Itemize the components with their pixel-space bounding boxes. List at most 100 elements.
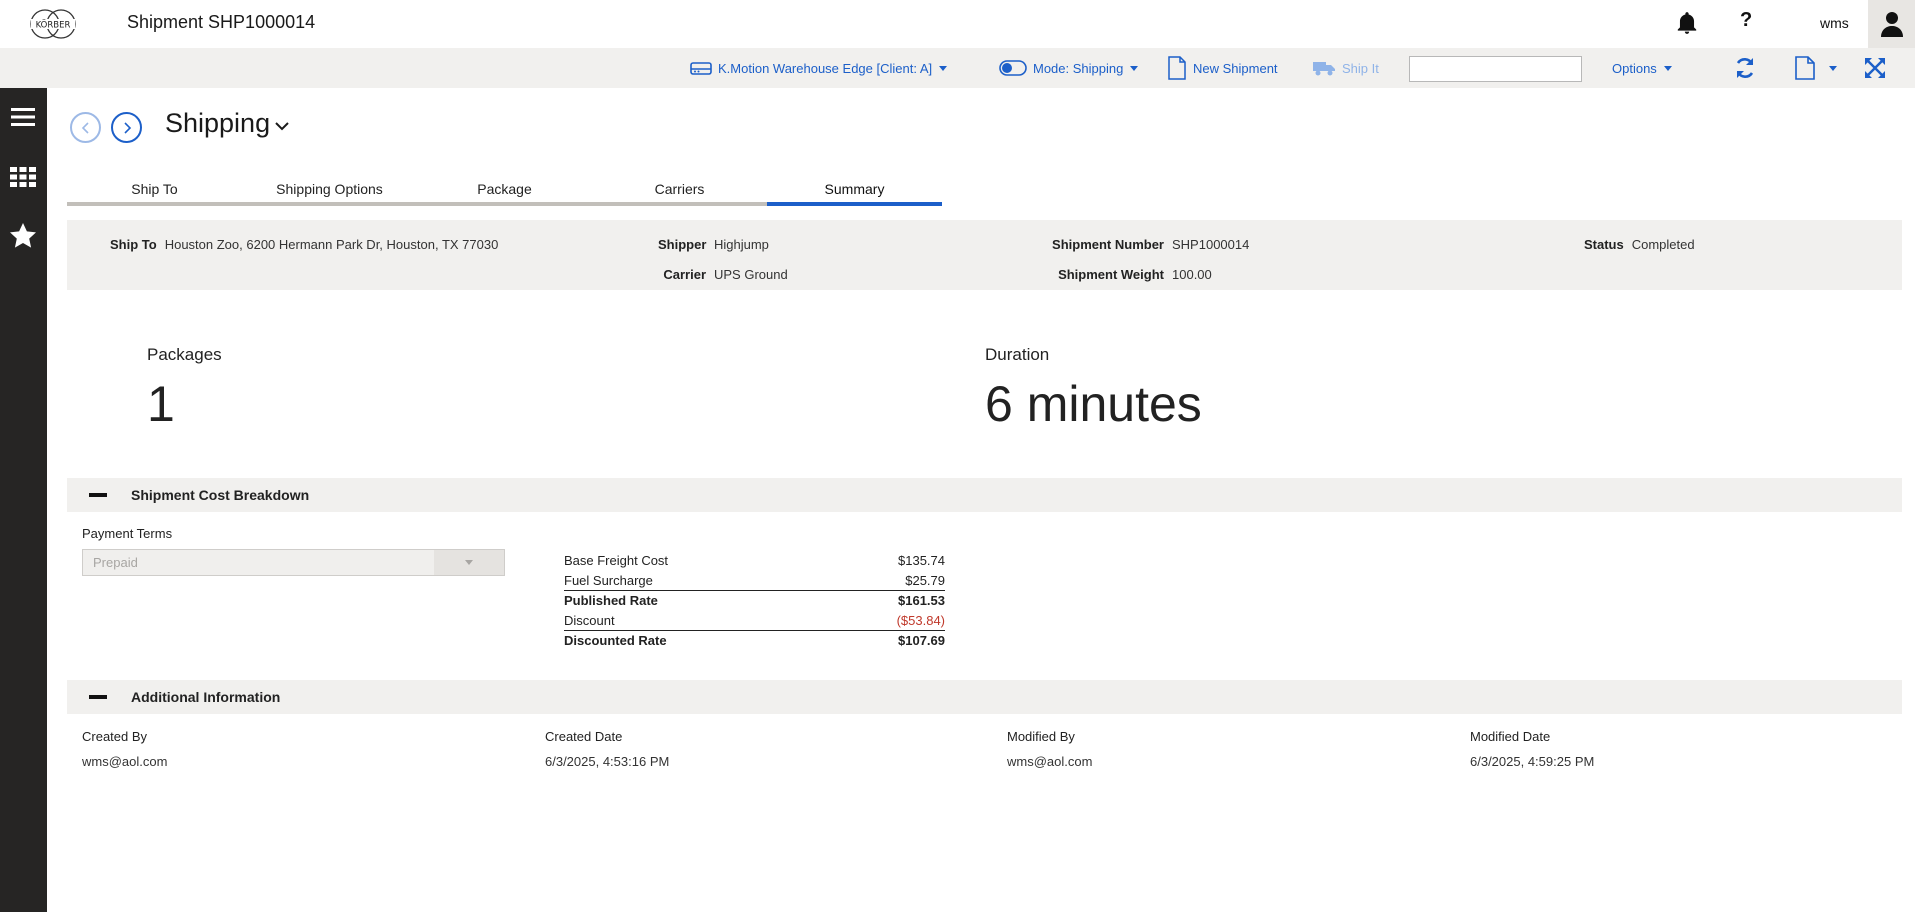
cost-row-label: Published Rate [564,593,658,608]
options-menu[interactable]: Options [1612,48,1672,88]
help-icon[interactable]: ? [1740,9,1752,32]
warehouse-selector[interactable]: K.Motion Warehouse Edge [Client: A] [690,48,948,88]
tab-summary[interactable]: Summary [767,176,942,206]
cost-row-label: Discount [564,612,615,628]
carrier-value: UPS Ground [714,267,788,282]
cost-row: Base Freight Cost $135.74 [564,550,945,570]
ship-to-label: Ship To [110,237,157,252]
payment-terms-label: Payment Terms [82,526,173,541]
fullscreen-button[interactable] [1864,48,1892,88]
page-title[interactable]: Shipping [165,108,290,139]
shipment-number-value: SHP1000014 [1172,237,1250,252]
duration-label: Duration [985,345,1050,364]
file-menu-button[interactable] [1794,48,1837,88]
chevron-left-icon [81,121,89,134]
page-header-title: Shipment SHP1000014 [127,12,316,32]
carrier-label: Carrier [663,267,706,282]
created-date-value: 6/3/2025, 4:53:16 PM [545,754,670,769]
chevron-down-icon [1130,65,1139,71]
modified-date-value: 6/3/2025, 4:59:25 PM [1470,754,1595,769]
shipment-weight-value: 100.00 [1172,267,1212,282]
cost-table: Base Freight Cost $135.74 Fuel Surcharge… [564,550,945,650]
ship-to-field: Ship To Houston Zoo, 6200 Hermann Park Dr… [110,237,498,252]
file-icon [1795,56,1815,80]
mode-toggle[interactable]: Mode: Shipping [999,48,1139,88]
cost-row-label: Discounted Rate [564,633,667,648]
shipper-field: Shipper Highjump [658,237,769,252]
cost-row: Discount ($53.84) [564,610,945,630]
user-icon [1881,12,1903,37]
fullscreen-icon [1865,58,1885,78]
cost-row: Fuel Surcharge $25.79 [564,570,945,590]
collapse-icon[interactable] [89,695,107,699]
modified-date-label: Modified Date [1470,729,1551,744]
created-date-label: Created Date [545,729,623,744]
user-menu-button[interactable] [1868,0,1915,48]
payment-terms-select[interactable]: Prepaid [82,549,505,576]
chevron-right-icon [123,121,131,134]
additional-info-header[interactable]: Additional Information [67,680,1902,714]
cost-row-value: $161.53 [898,593,945,608]
korber-logo[interactable]: KÖRBER [26,8,80,40]
forward-button[interactable] [111,112,142,143]
apps-grid-icon[interactable] [8,162,38,192]
ship-it-label: Ship It [1342,60,1379,76]
toggle-icon [999,60,1027,76]
ship-it-button[interactable]: Ship It [1312,48,1379,88]
shipment-number-field: Shipment Number SHP1000014 [1052,237,1249,252]
cost-row-value: $25.79 [905,572,945,588]
user-name[interactable]: wms [1820,15,1849,31]
shipper-label: Shipper [658,237,707,252]
payment-terms-value: Prepaid [93,555,138,570]
created-by-label: Created By [82,729,148,744]
collapse-icon[interactable] [89,493,107,497]
modified-by-value: wms@aol.com [1007,754,1093,769]
bell-icon[interactable] [1674,10,1700,36]
cost-row-value: $107.69 [898,633,945,648]
duration-value: 6 minutes [985,376,1202,432]
created-by-value: wms@aol.com [82,754,168,769]
cost-breakdown-header[interactable]: Shipment Cost Breakdown [67,478,1902,512]
mode-label: Mode: Shipping [1033,60,1124,76]
tab-ship-to[interactable]: Ship To [67,176,242,206]
chevron-down-icon [939,65,948,71]
truck-icon [1313,62,1335,76]
tab-shipping-options[interactable]: Shipping Options [242,176,417,206]
status-value: Completed [1631,237,1695,252]
refresh-button[interactable] [1733,48,1763,88]
toolbar: K.Motion Warehouse Edge [Client: A] Mode… [0,48,1915,88]
new-shipment-button[interactable]: New Shipment [1167,48,1278,88]
packages-label: Packages [147,345,222,364]
star-icon[interactable] [8,221,38,251]
carrier-field: Carrier UPS Ground [658,267,788,282]
packages-value: 1 [147,376,175,432]
shipment-weight-field: Shipment Weight 100.00 [1052,267,1212,282]
options-label: Options [1612,60,1657,76]
shipment-weight-label: Shipment Weight [1058,267,1164,282]
status-label: Status [1584,237,1624,252]
ship-to-value: Houston Zoo, 6200 Hermann Park Dr, Houst… [164,237,499,252]
menu-icon[interactable] [8,102,38,132]
additional-info-title: Additional Information [131,689,281,705]
warehouse-icon [690,62,712,75]
page-title-text: Shipping [165,108,271,138]
toolbar-search-input[interactable] [1409,56,1582,82]
modified-by-label: Modified By [1007,729,1075,744]
cost-breakdown-title: Shipment Cost Breakdown [131,487,310,503]
chevron-down-icon [1829,65,1837,71]
chevron-down-icon [275,121,289,130]
left-rail [0,88,47,912]
chevron-down-icon[interactable] [434,550,504,575]
document-icon [1168,56,1186,80]
cost-row-label: Base Freight Cost [564,552,669,568]
back-button[interactable] [70,112,101,143]
logo-text: KÖRBER [36,20,71,31]
tab-package[interactable]: Package [417,176,592,206]
shipper-value: Highjump [714,237,769,252]
cost-row-value: ($53.84) [896,612,945,628]
tab-carriers[interactable]: Carriers [592,176,767,206]
cost-row: Discounted Rate $107.69 [564,630,945,650]
chevron-down-icon [1663,65,1672,71]
new-shipment-label: New Shipment [1193,60,1278,76]
top-header: KÖRBER Shipment SHP1000014 ? wms [0,0,1915,48]
